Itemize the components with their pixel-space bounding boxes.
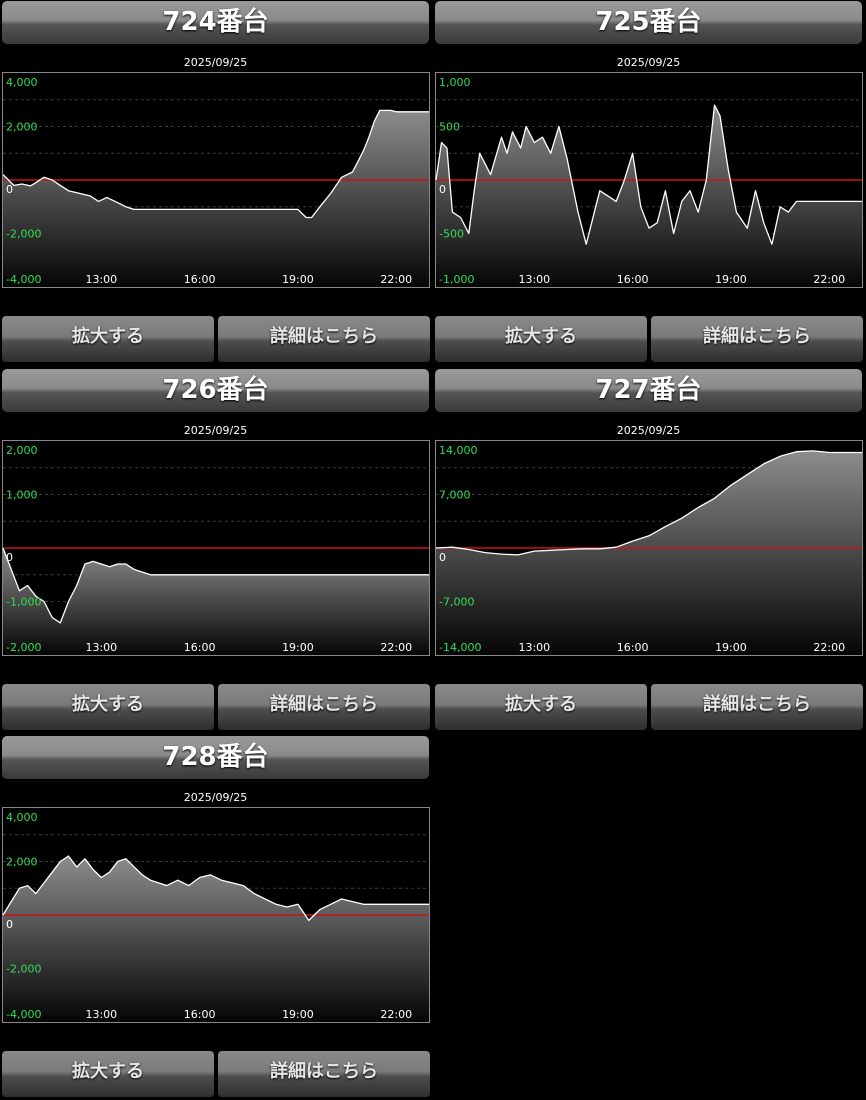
x-tick-label: 13:00	[85, 273, 117, 286]
panel-title: 725番台	[435, 1, 862, 44]
panel-title: 728番台	[2, 736, 429, 779]
x-tick-label: 22:00	[380, 273, 412, 286]
x-tick-label: 22:00	[380, 1008, 412, 1021]
chart-panel-728: 728番台 2025/09/25 4,000 2,000 0 -2,000 -4,000…	[1, 735, 430, 1097]
x-tick-label: 16:00	[184, 641, 216, 654]
chart-date: 2025/09/25	[616, 56, 681, 69]
y-tick-label: -7,000	[439, 596, 474, 609]
y-tick-label: -2,000	[6, 228, 41, 241]
y-tick-label: 0	[6, 183, 13, 196]
chart-panel-726: 726番台 2025/09/25 2,000 1,000 0 -1,000 -2,000…	[1, 368, 430, 730]
chart-date: 2025/09/25	[183, 424, 248, 437]
y-tick-label: -2,000	[6, 641, 41, 654]
y-tick-label: 1,000	[439, 76, 471, 89]
x-tick-label: 22:00	[813, 641, 845, 654]
y-tick-label: 0	[439, 183, 446, 196]
chart-728: 4,000 2,000 0 -2,000 -4,000 13:00 16:00 19:00 22…	[2, 807, 430, 1023]
chart-date: 2025/09/25	[616, 424, 681, 437]
y-tick-label: 4,000	[6, 811, 38, 824]
x-tick-label: 22:00	[813, 273, 845, 286]
zoom-button[interactable]: 拡大する	[2, 1051, 214, 1097]
x-tick-label: 22:00	[380, 641, 412, 654]
details-button[interactable]: 詳細はこちら	[651, 316, 863, 362]
chart-panel-725: 725番台 2025/09/25 1,000 500 0 -500 -1,000 13:0…	[434, 0, 863, 362]
chart-726: 2,000 1,000 0 -1,000 -2,000 13:00 16:00 19:00 22…	[2, 440, 430, 656]
y-tick-label: -4,000	[6, 1008, 41, 1021]
x-tick-label: 16:00	[184, 1008, 216, 1021]
y-tick-label: 2,000	[6, 444, 38, 457]
panel-title: 726番台	[2, 369, 429, 412]
chart-panel-727: 727番台 2025/09/25 14,000 7,000 0 -7,000 -14,0…	[434, 368, 863, 730]
x-tick-label: 16:00	[617, 273, 649, 286]
x-tick-label: 19:00	[282, 641, 314, 654]
x-tick-label: 19:00	[715, 641, 747, 654]
details-button[interactable]: 詳細はこちら	[218, 1051, 430, 1097]
chart-727: 14,000 7,000 0 -7,000 -14,000 13:00 16:00 19:00…	[435, 440, 863, 656]
y-tick-label: 0	[439, 551, 446, 564]
details-button[interactable]: 詳細はこちら	[651, 684, 863, 730]
x-tick-label: 13:00	[518, 641, 550, 654]
y-tick-label: 7,000	[439, 489, 471, 502]
x-tick-label: 16:00	[184, 273, 216, 286]
y-tick-label: 14,000	[439, 444, 478, 457]
x-tick-label: 19:00	[282, 1008, 314, 1021]
panel-title: 727番台	[435, 369, 862, 412]
y-tick-label: 1,000	[6, 489, 38, 502]
zoom-button[interactable]: 拡大する	[2, 316, 214, 362]
chart-date: 2025/09/25	[183, 791, 248, 804]
zoom-button[interactable]: 拡大する	[2, 684, 214, 730]
details-button[interactable]: 詳細はこちら	[218, 684, 430, 730]
chart-724: 4,000 2,000 0 -2,000 -4,000 13:00 16:00 19:00 22…	[2, 72, 430, 288]
x-tick-label: 13:00	[518, 273, 550, 286]
y-tick-label: 500	[439, 121, 460, 134]
y-tick-label: 2,000	[6, 856, 38, 869]
y-tick-label: -500	[439, 228, 464, 241]
y-tick-label: 4,000	[6, 76, 38, 89]
chart-725: 1,000 500 0 -500 -1,000 13:00 16:00 19:00 22:00	[435, 72, 863, 288]
y-tick-label: -2,000	[6, 963, 41, 976]
x-tick-label: 19:00	[715, 273, 747, 286]
zoom-button[interactable]: 拡大する	[435, 316, 647, 362]
x-tick-label: 13:00	[85, 641, 117, 654]
details-button[interactable]: 詳細はこちら	[218, 316, 430, 362]
y-tick-label: -14,000	[439, 641, 481, 654]
x-tick-label: 19:00	[282, 273, 314, 286]
y-tick-label: -1,000	[6, 596, 41, 609]
y-tick-label: 2,000	[6, 121, 38, 134]
x-tick-label: 13:00	[85, 1008, 117, 1021]
zoom-button[interactable]: 拡大する	[435, 684, 647, 730]
x-tick-label: 16:00	[617, 641, 649, 654]
panel-title: 724番台	[2, 1, 429, 44]
y-tick-label: -1,000	[439, 273, 474, 286]
y-tick-label: 0	[6, 918, 13, 931]
chart-panel-724: 724番台 2025/09/25 4,000 2,000 0 -2,000 -4,000…	[1, 0, 430, 362]
chart-date: 2025/09/25	[183, 56, 248, 69]
y-tick-label: -4,000	[6, 273, 41, 286]
y-tick-label: 0	[6, 551, 13, 564]
